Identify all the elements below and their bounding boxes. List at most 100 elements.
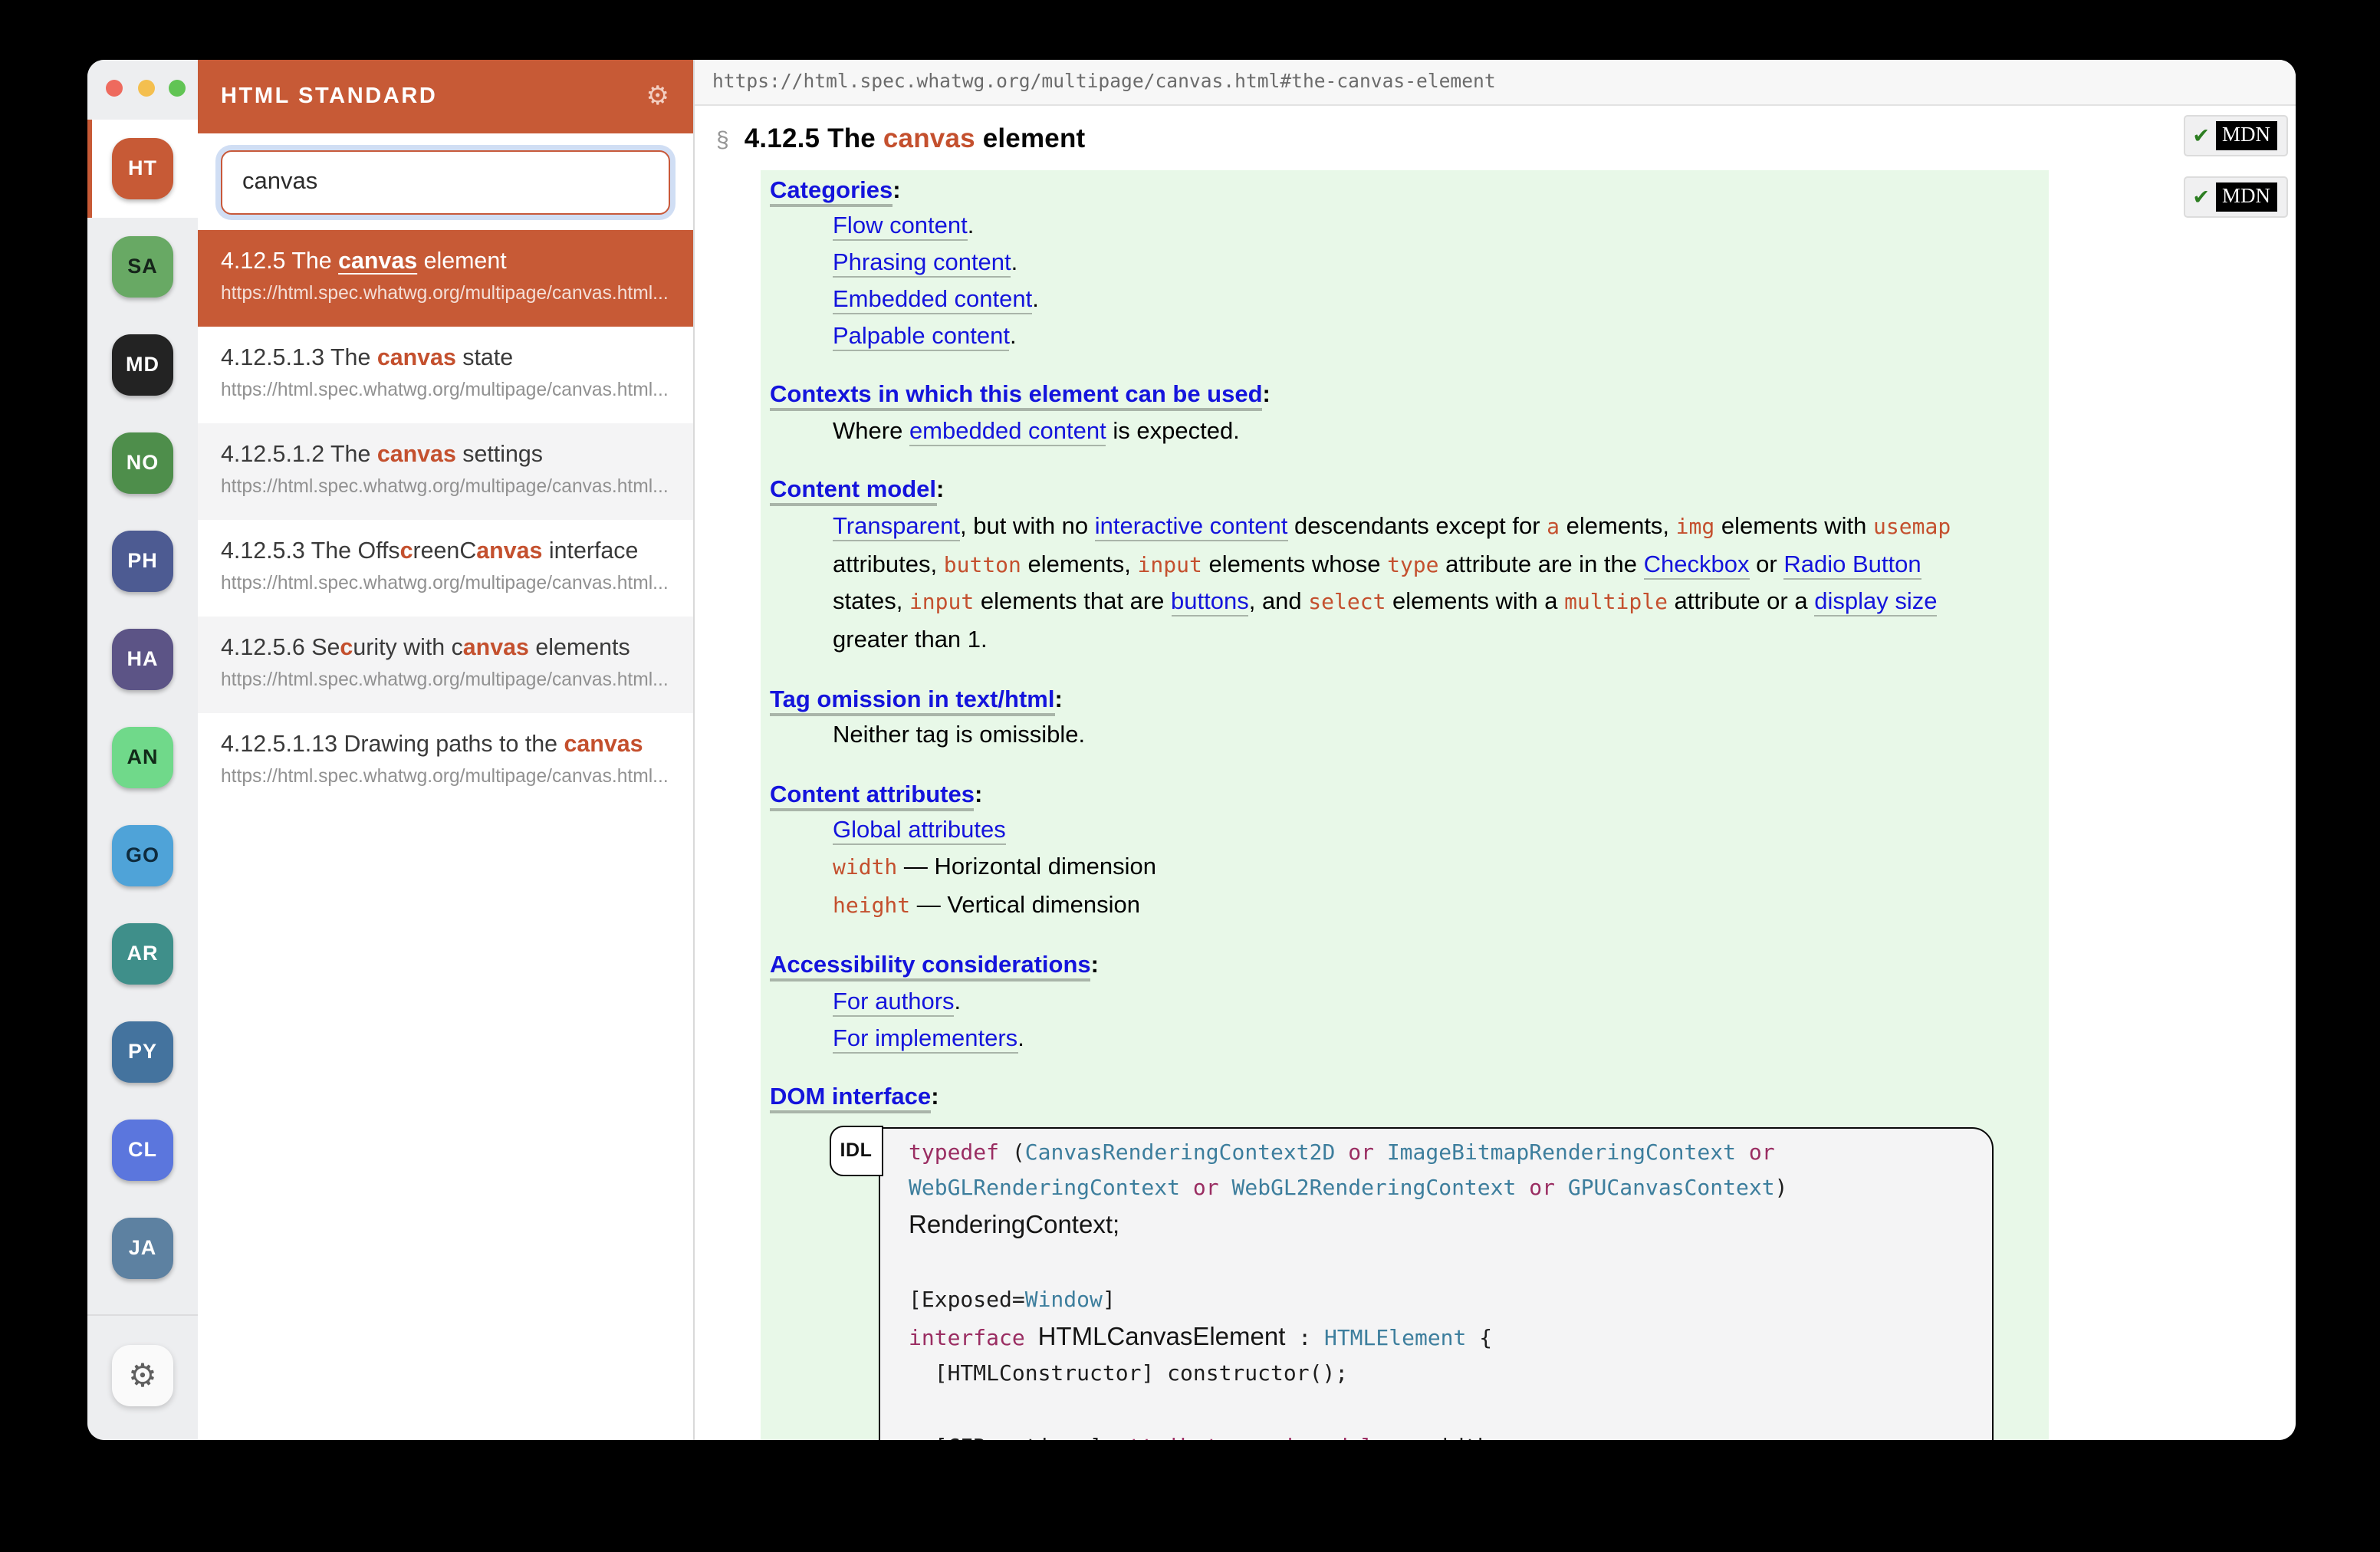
search-panel: HTML STANDARD ⚙ 4.12.5 The canvas elemen… [198, 60, 694, 1440]
code-text: a [1547, 515, 1560, 540]
docset-item-ha[interactable]: HA [87, 610, 198, 708]
text-run: : [975, 781, 982, 807]
docset-icon: NO [112, 432, 173, 493]
spec-link[interactable]: Content attributes [770, 781, 975, 811]
mdn-badge[interactable]: ✔ MDN [2183, 176, 2287, 218]
section-permalink-icon[interactable]: § [716, 127, 729, 153]
spec-link[interactable]: Tag omission in text/html [770, 686, 1054, 715]
docset-item-py[interactable]: PY [87, 1002, 198, 1100]
idl-code-line: [Exposed=Window] [909, 1283, 1980, 1320]
spec-term: Categories: [770, 173, 2033, 209]
text-run: interface [542, 538, 638, 564]
spec-link[interactable]: Flow content [833, 214, 968, 242]
docset-item-md[interactable]: MD [87, 315, 198, 413]
docset-item-an[interactable]: AN [87, 708, 198, 806]
docset-item-ht[interactable]: HT [87, 119, 198, 217]
page-title: 4.12.5 The canvas element [745, 122, 1086, 154]
preferences-button[interactable]: ⚙ [112, 1345, 173, 1406]
spec-definition: Neither tag is omissible. [833, 718, 2033, 755]
spec-section: Content attributes: Global attributes widt… [770, 777, 2033, 926]
spec-link[interactable]: Phrasing content [833, 250, 1011, 278]
spec-link[interactable]: display size [1814, 590, 1937, 617]
spec-link[interactable]: Transparent [833, 514, 960, 541]
search-result-row[interactable]: 4.12.5 The canvas elementhttps://html.sp… [198, 229, 692, 326]
idl-code-line: [HTMLConstructor] constructor(); [909, 1358, 1980, 1395]
text-run: ( [999, 1140, 1025, 1165]
dock-sidebar: HTSAMD NO PHHA AN GO AR PY CLJA ⚙ [87, 60, 198, 1440]
text-run: CanvasRenderingContext2D [1025, 1140, 1336, 1165]
text-run: canvas [377, 344, 456, 370]
spec-term: Tag omission in text/html: [770, 682, 2033, 718]
text-run: elements with [1714, 514, 1873, 540]
close-window-button[interactable] [106, 80, 123, 97]
code-text: width [833, 857, 897, 881]
spec-definition: Palpable content. [833, 318, 2033, 355]
app-window: HTSAMD NO PHHA AN GO AR PY CLJA ⚙ HTML STANDARD… [87, 60, 2295, 1440]
search-result-row[interactable]: 4.12.5.1.2 The canvas settingshttps://ht… [198, 423, 692, 519]
text-run: ) [1775, 1177, 1788, 1202]
spec-link[interactable]: DOM interface [770, 1084, 931, 1113]
spec-term: DOM interface: [770, 1080, 2033, 1116]
spec-link[interactable]: embedded content [909, 419, 1106, 446]
result-title: 4.12.5.3 The OffscreenCanvas interface [221, 538, 669, 564]
minimize-window-button[interactable] [137, 80, 154, 97]
text-run: . [955, 989, 962, 1015]
result-url: https://html.spec.whatwg.org/multipage/c… [221, 765, 669, 787]
docset-item-go[interactable]: GO [87, 806, 198, 904]
docset-item-ja[interactable]: JA [87, 1199, 198, 1297]
text-run: width; [1412, 1435, 1503, 1440]
text-run [1219, 1177, 1232, 1202]
text-run: : [1285, 1326, 1324, 1350]
text-run: 4.12.5.1.13 Drawing paths to the [221, 731, 564, 757]
code-text: usemap [1873, 515, 1951, 540]
docset-item-ar[interactable]: AR [87, 904, 198, 1002]
docset-item-sa[interactable]: SA [87, 217, 198, 315]
text-run: reenC [413, 538, 477, 564]
spec-section: Content model:Transparent, but with no i… [770, 472, 2033, 659]
result-title: 4.12.5.6 Security with canvas elements [221, 634, 669, 660]
docset-item-ph[interactable]: PH [87, 511, 198, 610]
text-run: Window [1025, 1287, 1103, 1312]
spec-link[interactable]: For authors [833, 989, 955, 1017]
spec-link[interactable]: Categories [770, 177, 893, 206]
docset-item-cl[interactable]: CL [87, 1100, 198, 1199]
spec-link[interactable]: Accessibility considerations [770, 953, 1091, 982]
search-result-row[interactable]: 4.12.5.1.13 Drawing paths to the canvash… [198, 712, 692, 809]
search-result-row[interactable]: 4.12.5.3 The OffscreenCanvas interfaceht… [198, 519, 692, 616]
code-text: multiple [1564, 591, 1668, 616]
docset-item-no[interactable]: NO [87, 413, 198, 511]
mdn-badges: ✔ MDN ✔ MDN [2183, 115, 2287, 218]
spec-definition: width — Horizontal dimension [833, 850, 2033, 889]
text-run: elements [529, 634, 630, 660]
text-run: HTMLCanvasElement [1038, 1323, 1286, 1350]
text-run: is expected. [1106, 419, 1240, 445]
docset-icon: AN [112, 726, 173, 788]
spec-link[interactable]: Checkbox [1644, 551, 1750, 579]
spec-link[interactable]: Radio Button [1783, 551, 1921, 579]
zoom-window-button[interactable] [169, 80, 186, 97]
docset-icon: PY [112, 1021, 173, 1082]
text-run [1736, 1140, 1749, 1165]
text-run: states, [833, 590, 909, 616]
spec-link[interactable]: Content model [770, 477, 936, 506]
text-run: elements, [1560, 514, 1676, 540]
search-results: 4.12.5 The canvas elementhttps://html.sp… [198, 229, 692, 1440]
idl-code-block: IDLtypedef (CanvasRenderingContext2D or … [879, 1126, 1994, 1440]
text-run: 4.12.5.3 The Offs [221, 538, 400, 564]
spec-link[interactable]: interactive content [1095, 514, 1288, 541]
spec-link[interactable]: Palpable content [833, 323, 1010, 350]
docset-icon: AR [112, 922, 173, 984]
gear-icon[interactable]: ⚙ [646, 81, 670, 112]
spec-section: Accessibility considerations: For authors… [770, 949, 2033, 1058]
spec-link[interactable]: Global attributes [833, 818, 1006, 846]
search-input[interactable] [221, 150, 669, 214]
text-run: . [1032, 287, 1039, 313]
mdn-badge[interactable]: ✔ MDN [2183, 115, 2287, 156]
spec-link[interactable]: buttons [1171, 590, 1249, 617]
spec-link[interactable]: Embedded content [833, 287, 1032, 314]
search-result-row[interactable]: 4.12.5.1.3 The canvas statehttps://html.… [198, 326, 692, 423]
spec-term: Accessibility considerations: [770, 949, 2033, 985]
search-result-row[interactable]: 4.12.5.6 Security with canvas elementsht… [198, 616, 692, 712]
spec-link[interactable]: For implementers [833, 1026, 1017, 1054]
spec-link[interactable]: Contexts in which this element can be us… [770, 382, 1263, 411]
